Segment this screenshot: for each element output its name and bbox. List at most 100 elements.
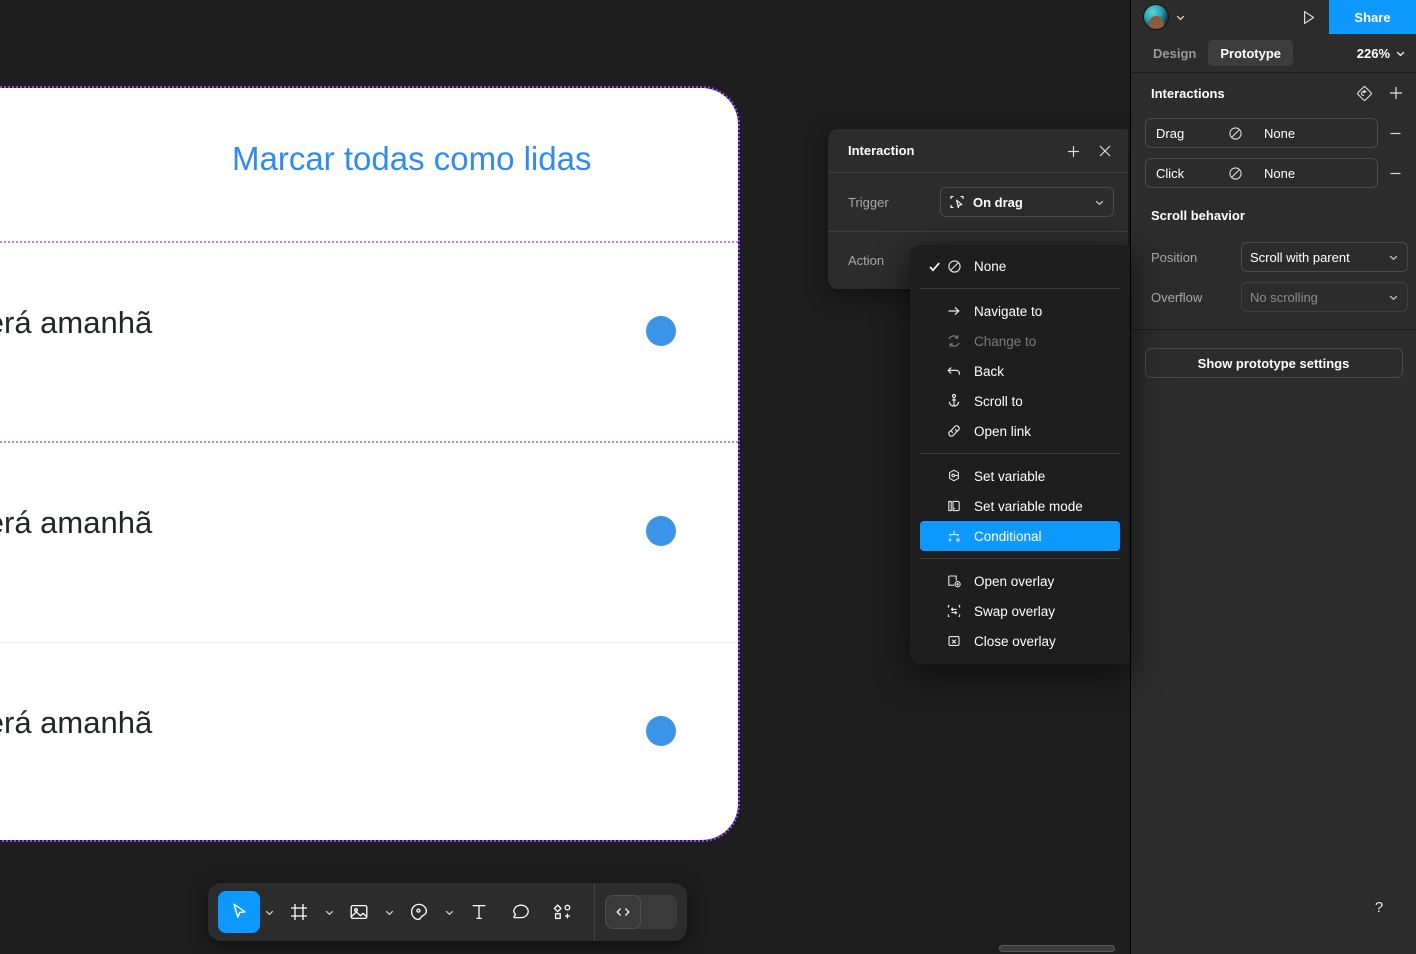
interaction-popup-title: Interaction	[848, 143, 915, 158]
open-overlay-icon	[944, 573, 964, 589]
set-variable-icon	[944, 468, 964, 484]
menu-item-swap-overlay[interactable]: Swap overlay	[920, 596, 1120, 626]
interaction-popup-header: Interaction	[828, 129, 1128, 173]
menu-item-close-overlay[interactable]: Close overlay	[920, 626, 1120, 656]
move-tool-chevron-down-icon[interactable]	[260, 891, 278, 933]
interaction-chip[interactable]: Drag None	[1145, 118, 1378, 148]
close-icon[interactable]	[1094, 140, 1116, 162]
menu-item-none[interactable]: None	[920, 251, 1120, 281]
add-interaction-plus-icon[interactable]	[1384, 81, 1408, 105]
action-dropdown-menu[interactable]: None Navigate to Change to Back Scroll t…	[910, 245, 1130, 664]
link-icon	[944, 423, 964, 439]
notification-title: arefa vencerá amanhã	[0, 505, 153, 540]
interactions-title: Interactions	[1151, 85, 1225, 101]
menu-divider	[920, 453, 1120, 454]
overflow-select[interactable]: No scrolling	[1241, 282, 1408, 312]
mark-all-as-read-link[interactable]: Marcar todas como lidas	[232, 140, 591, 178]
text-tool-button[interactable]	[458, 891, 500, 933]
interaction-row-drag[interactable]: Drag None	[1131, 113, 1416, 153]
comment-tool-button[interactable]	[500, 891, 542, 933]
none-circle-slash-icon	[1228, 166, 1250, 181]
arrow-back-icon	[944, 363, 964, 379]
unread-indicator-dot	[646, 716, 676, 746]
menu-divider	[920, 558, 1120, 559]
menu-item-back[interactable]: Back	[920, 356, 1120, 386]
right-sidebar: Share Design Prototype 226% Interactions	[1130, 0, 1416, 954]
chevron-down-icon	[1388, 252, 1399, 263]
dev-mode-toggle[interactable]	[605, 895, 677, 929]
tab-design[interactable]: Design	[1141, 40, 1208, 66]
interaction-row-click[interactable]: Click None	[1131, 153, 1416, 193]
avatar-chevron-down-icon[interactable]	[1175, 12, 1186, 23]
scroll-behavior-title: Scroll behavior	[1151, 207, 1245, 223]
none-circle-slash-icon	[1228, 126, 1250, 141]
frame-tool-button[interactable]	[278, 891, 320, 933]
interaction-chip[interactable]: Click None	[1145, 158, 1378, 188]
text-icon	[468, 901, 490, 923]
minus-icon[interactable]	[1378, 126, 1412, 141]
trigger-select[interactable]: On drag	[940, 187, 1114, 217]
play-icon[interactable]	[1297, 6, 1319, 28]
notification-list-item[interactable]: arefa vencerá amanhã atrás	[0, 243, 738, 443]
sidebar-tabbar: Design Prototype 226%	[1131, 34, 1416, 73]
notification-list-item[interactable]: arefa vencerá amanhã atrás	[0, 643, 738, 843]
swap-overlay-icon	[944, 603, 964, 619]
chevron-down-icon	[1094, 197, 1105, 208]
position-select[interactable]: Scroll with parent	[1241, 242, 1408, 272]
components-icon	[552, 901, 574, 923]
position-label: Position	[1151, 249, 1198, 265]
sidebar-divider	[1131, 329, 1416, 330]
interaction-trigger: Drag	[1156, 125, 1185, 141]
move-tool-button[interactable]	[218, 891, 260, 933]
zoom-control[interactable]: 226%	[1357, 46, 1406, 61]
overflow-value: No scrolling	[1250, 289, 1318, 305]
sidebar-topbar: Share	[1131, 0, 1416, 34]
help-button[interactable]: ?	[1362, 890, 1396, 924]
code-icon	[605, 895, 641, 929]
menu-item-open-link[interactable]: Open link	[920, 416, 1120, 446]
pen-tool-chevron-down-icon[interactable]	[440, 891, 458, 933]
horizontal-scrollbar[interactable]	[999, 945, 1115, 952]
toolbar-divider	[594, 883, 595, 941]
menu-item-change-to: Change to	[920, 326, 1120, 356]
cursor-icon	[228, 901, 250, 923]
image-tool-chevron-down-icon[interactable]	[380, 891, 398, 933]
overflow-row: Overflow No scrolling	[1131, 277, 1416, 317]
notification-list-item[interactable]: arefa vencerá amanhã atrás	[0, 443, 738, 643]
menu-item-open-overlay[interactable]: Open overlay	[920, 566, 1120, 596]
on-drag-icon	[949, 194, 965, 210]
actions-tool-button[interactable]	[542, 891, 584, 933]
chevron-down-icon	[1388, 292, 1399, 303]
overflow-label: Overflow	[1151, 289, 1203, 305]
position-row: Position Scroll with parent	[1131, 237, 1416, 277]
frame-icon	[288, 901, 310, 923]
trigger-row: Trigger On drag	[828, 173, 1128, 231]
share-button[interactable]: Share	[1329, 0, 1416, 34]
menu-item-set-variable-mode[interactable]: Set variable mode	[920, 491, 1120, 521]
plus-icon[interactable]	[1062, 140, 1084, 162]
checkmark-icon	[928, 260, 942, 273]
notification-title: arefa vencerá amanhã	[0, 705, 153, 740]
image-icon	[348, 901, 370, 923]
arrow-right-icon	[944, 303, 964, 319]
pen-tool-button[interactable]	[398, 891, 440, 933]
menu-item-navigate-to[interactable]: Navigate to	[920, 296, 1120, 326]
user-avatar[interactable]	[1143, 4, 1169, 30]
image-tool-button[interactable]	[338, 891, 380, 933]
bottom-toolbar[interactable]	[208, 883, 687, 941]
interactions-section-header: Interactions	[1131, 73, 1416, 113]
tab-prototype[interactable]: Prototype	[1208, 40, 1294, 66]
show-prototype-settings-button[interactable]: Show prototype settings	[1144, 348, 1403, 378]
trigger-label: Trigger	[848, 194, 889, 210]
set-variable-mode-icon	[944, 498, 964, 514]
notification-title: arefa vencerá amanhã	[0, 305, 153, 340]
menu-item-conditional[interactable]: Conditional	[920, 521, 1120, 551]
restore-prototype-icon[interactable]	[1352, 81, 1376, 105]
menu-item-set-variable[interactable]: Set variable	[920, 461, 1120, 491]
menu-item-scroll-to[interactable]: Scroll to	[920, 386, 1120, 416]
notification-card-frame[interactable]: ações Marcar todas como lidas arefa venc…	[0, 86, 740, 843]
zoom-chevron-down-icon	[1395, 48, 1406, 59]
minus-icon[interactable]	[1378, 166, 1412, 181]
pen-icon	[408, 901, 430, 923]
frame-tool-chevron-down-icon[interactable]	[320, 891, 338, 933]
